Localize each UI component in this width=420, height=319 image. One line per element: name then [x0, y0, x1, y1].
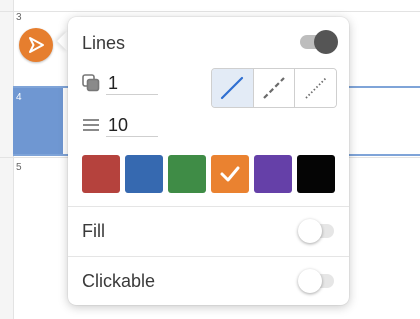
divider — [68, 256, 349, 257]
color-swatch-red[interactable] — [82, 155, 120, 193]
color-swatch-purple[interactable] — [254, 155, 292, 193]
dotted-line-icon — [305, 77, 327, 99]
clickable-label: Clickable — [82, 271, 156, 291]
line-style-dashed-button[interactable] — [253, 69, 296, 107]
toggle-knob — [314, 30, 338, 54]
opacity-input[interactable] — [106, 72, 158, 95]
algebra-view: 3 4 5 Lines 1 10 Fill Clickable — [0, 0, 420, 319]
dashed-line-icon — [263, 77, 285, 99]
line-thickness-icon — [82, 117, 100, 138]
toggle-knob — [298, 219, 322, 243]
divider — [68, 206, 349, 207]
line-thickness-input[interactable] — [106, 114, 158, 137]
color-swatch-black[interactable] — [297, 155, 335, 193]
color-swatch-blue[interactable] — [125, 155, 163, 193]
row-number-5: 5 — [16, 162, 22, 173]
play-triangle-icon[interactable] — [19, 28, 53, 62]
row-number-4: 4 — [16, 92, 22, 103]
fill-label: Fill — [82, 221, 105, 241]
line-style-selector — [211, 68, 337, 108]
lines-toggle[interactable] — [300, 30, 338, 54]
color-swatch-orange[interactable] — [211, 155, 249, 193]
solid-line-icon — [221, 76, 244, 100]
row-number-3: 3 — [16, 12, 22, 23]
toggle-knob — [298, 269, 322, 293]
checkmark-icon — [220, 166, 240, 182]
line-style-dotted-button[interactable] — [295, 69, 336, 107]
color-swatch-green[interactable] — [168, 155, 206, 193]
clickable-toggle[interactable] — [298, 269, 334, 293]
opacity-icon — [82, 74, 100, 97]
line-style-solid-button[interactable] — [212, 69, 254, 107]
row-gutter — [0, 0, 14, 319]
row-divider — [0, 11, 420, 12]
fill-toggle[interactable] — [298, 219, 334, 243]
lines-label: Lines — [82, 33, 126, 53]
